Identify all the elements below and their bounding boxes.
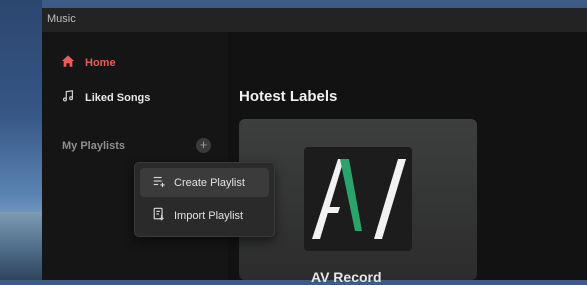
home-icon (61, 54, 75, 71)
main-content: Hotest Labels AV Record (228, 32, 587, 285)
add-playlist-button[interactable]: + (196, 138, 211, 153)
label-name: AV Record (311, 269, 382, 285)
app-title: Music (47, 13, 76, 25)
title-bar: Music (42, 8, 587, 32)
import-playlist-menu-item[interactable]: Import Playlist (140, 201, 269, 230)
sidebar-item-liked-songs[interactable]: Liked Songs (61, 89, 150, 106)
menu-item-label: Create Playlist (174, 176, 245, 189)
sidebar-item-home[interactable]: Home (61, 54, 116, 71)
menu-item-label: Import Playlist (174, 209, 244, 222)
playlist-context-menu: Create Playlist Import Playlist (134, 162, 275, 237)
sidebar-item-label: Liked Songs (85, 91, 151, 104)
my-playlists-label: My Playlists (62, 140, 125, 152)
music-app-window: Music Home Liked Songs My Playlists + Ho… (42, 8, 587, 285)
sidebar: Home Liked Songs My Playlists + (42, 32, 228, 280)
playlist-import-icon (152, 207, 166, 224)
playlist-add-icon (152, 174, 166, 191)
music-note-icon (61, 89, 75, 106)
label-logo-image (304, 147, 412, 251)
desktop-wallpaper-rock (0, 212, 42, 280)
sidebar-item-label: Home (85, 56, 116, 69)
plus-icon: + (199, 137, 208, 152)
section-title: Hotest Labels (239, 88, 338, 105)
create-playlist-menu-item[interactable]: Create Playlist (140, 168, 269, 197)
